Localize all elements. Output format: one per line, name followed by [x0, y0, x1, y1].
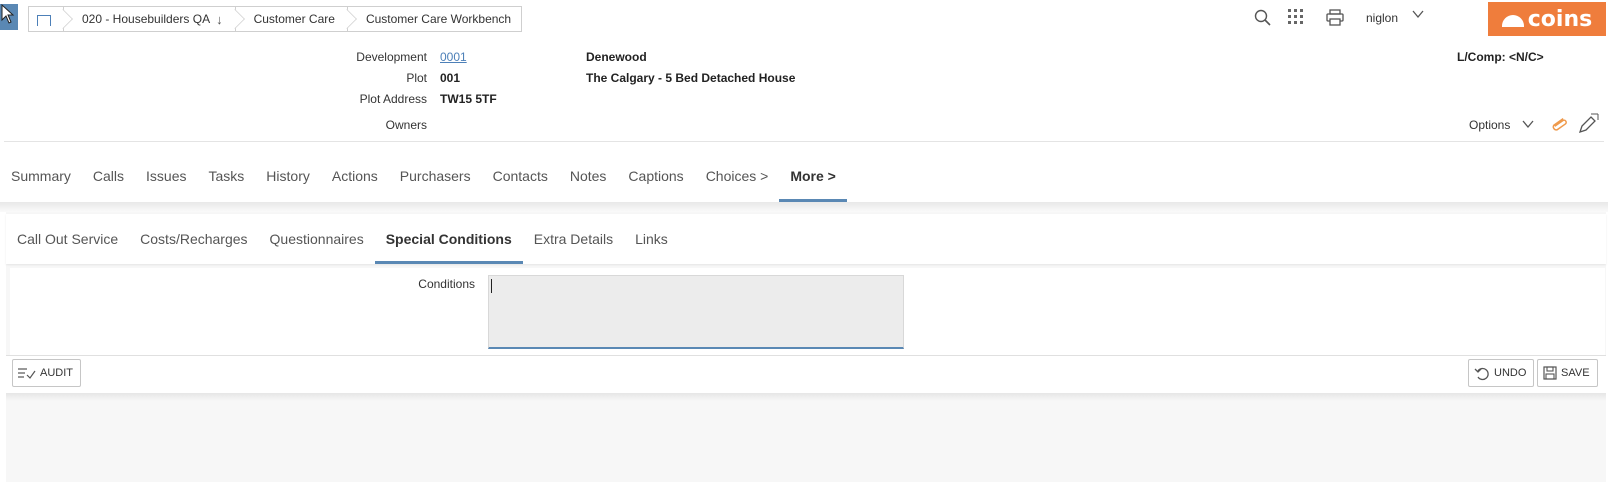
breadcrumb-company[interactable]: 020 - Housebuilders QA ↓ — [64, 6, 245, 32]
divider — [4, 141, 1604, 142]
tab-summary[interactable]: Summary — [0, 150, 82, 202]
breadcrumb-workbench-label: Customer Care Workbench — [365, 12, 512, 26]
tab-history[interactable]: History — [255, 150, 321, 202]
tab-purchasers[interactable]: Purchasers — [389, 150, 482, 202]
chevron-down-icon[interactable] — [1522, 118, 1534, 132]
edit-expand-icon[interactable] — [1577, 113, 1599, 138]
tab-contacts[interactable]: Contacts — [482, 150, 559, 202]
save-button[interactable]: SAVE — [1537, 359, 1598, 387]
development-code-link[interactable]: 0001 — [440, 50, 467, 64]
audit-button[interactable]: AUDIT — [12, 359, 81, 387]
breadcrumb-customer-care[interactable]: Customer Care — [235, 6, 357, 32]
logo-text: coins — [1527, 6, 1593, 32]
tab-tasks[interactable]: Tasks — [198, 150, 256, 202]
development-label: Development — [356, 50, 427, 64]
conditions-textarea[interactable] — [488, 275, 904, 349]
top-bar: 020 - Housebuilders QA ↓ Customer Care C… — [0, 0, 1608, 40]
tab-special-conditions[interactable]: Special Conditions — [374, 214, 523, 264]
owners-label: Owners — [385, 118, 427, 132]
tab-questionnaires[interactable]: Questionnaires — [259, 214, 375, 264]
print-icon[interactable] — [1326, 9, 1344, 29]
breadcrumb-company-label: 020 - Housebuilders QA — [82, 12, 211, 26]
button-bar — [6, 355, 1606, 393]
tab-captions[interactable]: Captions — [617, 150, 694, 202]
apps-grid-icon[interactable] — [1288, 9, 1304, 28]
plot-address-value: TW15 5TF — [440, 92, 497, 106]
breadcrumb-home[interactable] — [28, 6, 73, 32]
primary-tabs: Summary Calls Issues Tasks History Actio… — [0, 150, 1608, 202]
home-icon — [37, 15, 51, 26]
user-menu-name[interactable]: niglon — [1366, 11, 1398, 25]
paperclip-icon[interactable] — [1550, 115, 1568, 138]
tab-actions[interactable]: Actions — [321, 150, 389, 202]
tabs-shadow — [0, 202, 1608, 212]
options-menu[interactable]: Options — [1469, 118, 1510, 132]
hardhat-icon — [1501, 15, 1524, 27]
arrow-down-icon[interactable]: ↓ — [216, 12, 223, 27]
audit-icon — [18, 368, 36, 379]
mouse-pointer-icon — [1, 4, 15, 24]
tab-extra-details[interactable]: Extra Details — [523, 214, 624, 264]
breadcrumb-workbench[interactable]: Customer Care Workbench — [347, 6, 523, 32]
breadcrumb-customer-care-label: Customer Care — [253, 12, 335, 26]
tab-choices[interactable]: Choices > — [695, 150, 780, 202]
text-caret — [491, 279, 492, 293]
chevron-down-icon[interactable] — [1412, 8, 1424, 22]
undo-icon — [1474, 367, 1489, 381]
tab-links[interactable]: Links — [624, 214, 679, 264]
plot-name: The Calgary - 5 Bed Detached House — [586, 71, 796, 85]
secondary-tabs: Call Out Service Costs/Recharges Questio… — [6, 214, 1606, 264]
development-name: Denewood — [586, 50, 647, 64]
tab-calls[interactable]: Calls — [82, 150, 135, 202]
audit-button-label: AUDIT — [40, 367, 73, 379]
plot-address-label: Plot Address — [359, 92, 427, 106]
coins-logo: coins — [1488, 2, 1606, 36]
undo-button[interactable]: UNDO — [1468, 359, 1535, 387]
tab-notes[interactable]: Notes — [559, 150, 618, 202]
conditions-label: Conditions — [418, 277, 475, 291]
tab-issues[interactable]: Issues — [135, 150, 197, 202]
sidebar-toggle[interactable] — [0, 4, 18, 30]
tab-more[interactable]: More > — [779, 150, 847, 202]
plot-value: 001 — [440, 71, 461, 85]
lcomp-status: L/Comp: <N/C> — [1457, 50, 1544, 64]
breadcrumb: 020 - Housebuilders QA ↓ Customer Care C… — [28, 6, 523, 32]
tab-costs-recharges[interactable]: Costs/Recharges — [129, 214, 258, 264]
save-button-label: SAVE — [1561, 367, 1590, 379]
undo-button-label: UNDO — [1494, 367, 1527, 379]
save-icon — [1543, 366, 1557, 380]
bottom-shade — [6, 393, 1606, 401]
search-icon[interactable] — [1254, 9, 1272, 30]
plot-label: Plot — [406, 71, 427, 85]
tab-call-out-service[interactable]: Call Out Service — [6, 214, 129, 264]
